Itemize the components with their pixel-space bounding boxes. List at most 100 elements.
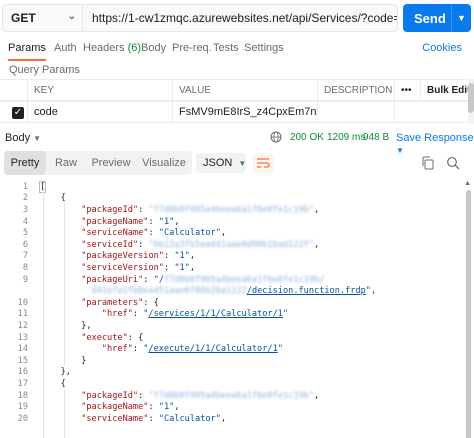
- code-line: 12},: [0, 320, 460, 332]
- code-text: "packageUri": "/f7d8b0f905a4beea6a1f6e0f…: [81, 275, 324, 285]
- method-select[interactable]: GET ⌄: [2, 4, 82, 32]
- globe-icon[interactable]: [270, 131, 282, 143]
- line-number: 12: [17, 320, 28, 331]
- request-bar: GET ⌄ https://1-cw1zmqc.azurewebsites.ne…: [0, 0, 474, 36]
- param-key-field[interactable]: code: [27, 102, 172, 122]
- send-dropdown-icon[interactable]: ▼: [451, 4, 471, 32]
- copy-icon[interactable]: [421, 156, 435, 170]
- code-token: ": [277, 344, 283, 355]
- code-token: "f7d8b0f905a4beea6a1f6e0fe1c19b": [148, 390, 315, 401]
- code-token: "parameters": [81, 297, 144, 308]
- code-line: 7 "packageVersion": "1",: [0, 251, 460, 263]
- wrap-lines-icon[interactable]: [252, 153, 274, 173]
- code-line: 6 "serviceId": "6b13a3fb5ead41aae0d90b1ba…: [0, 239, 460, 251]
- code-token: {: [60, 378, 66, 389]
- line-number: 1: [22, 181, 28, 192]
- code-token: {: [60, 193, 66, 204]
- tab-headers-label: Headers: [83, 42, 125, 54]
- code-token: "serviceVersion": [81, 262, 164, 273]
- language-label: JSON: [203, 157, 233, 169]
- code-line: 2{: [0, 193, 460, 205]
- code-token[interactable]: /execute/1/1/Calculator/1: [148, 344, 277, 354]
- table-row: ✓ code FsMV9mE8IrS_z4CpxEm7nxr6rjY...: [0, 101, 474, 123]
- line-number: 6: [22, 239, 28, 250]
- code-token: }: [81, 355, 87, 366]
- code-line: d41e7a1fb8ea451aae0f06b2ba1122/decision.…: [0, 285, 460, 297]
- code-token: },: [81, 320, 92, 331]
- code-text: }: [81, 356, 86, 366]
- tab-settings[interactable]: Settings: [244, 42, 284, 54]
- code-token: "packageName": [81, 402, 149, 413]
- code-text: {: [61, 379, 66, 389]
- param-checkbox[interactable]: ✓: [12, 107, 24, 119]
- code-text: "href": "/execute/1/1/Calculator/1": [102, 344, 283, 354]
- code-token: :: [138, 239, 149, 250]
- tab-preview[interactable]: Preview: [86, 151, 136, 175]
- params-scroll-thumb[interactable]: [468, 83, 474, 113]
- line-number: 3: [22, 204, 28, 215]
- code-line: 20 "serviceName": "Calculator",: [0, 413, 460, 425]
- language-select[interactable]: JSON ▼: [196, 153, 246, 173]
- code-token: :: [132, 344, 144, 355]
- code-line: 4 "packageName": "1",: [0, 216, 460, 228]
- tab-headers[interactable]: Headers (6): [83, 42, 141, 54]
- code-token: d41e7a1fb8ea451aae0f06b2ba1122: [91, 286, 247, 297]
- line-number: 5: [22, 228, 28, 239]
- line-number: 19: [17, 402, 28, 413]
- code-token: "f7d8b0f905a4beea6a1f6e0fe1c19b": [148, 204, 315, 215]
- code-token[interactable]: /services/1/1/Calculator/1: [148, 309, 283, 319]
- response-size[interactable]: 948 B: [363, 132, 389, 143]
- code-text: "packageId": "f7d8b0f905a4beea6a1f6e0fe1…: [81, 391, 319, 401]
- response-body-editor[interactable]: 1 [2{3 "packageId": "f7d8b0f905a4beea6a1f6…: [0, 180, 474, 438]
- code-token: :: [163, 251, 175, 262]
- tab-body[interactable]: Body: [141, 42, 166, 54]
- bulk-edit-button[interactable]: Bulk Edit: [420, 80, 468, 100]
- code-token: "1": [158, 402, 175, 413]
- code-token: ": [282, 309, 289, 320]
- url-input[interactable]: https://1-cw1zmqc.azurewebsites.net/api/…: [82, 4, 398, 32]
- response-time[interactable]: 1209 ms: [327, 132, 365, 143]
- tab-raw[interactable]: Raw: [46, 151, 86, 175]
- code-text: "packageVersion": "1",: [81, 251, 195, 261]
- scroll-up-icon[interactable]: ▲: [464, 180, 471, 187]
- tab-visualize[interactable]: Visualize: [136, 151, 192, 175]
- tab-auth[interactable]: Auth: [54, 42, 77, 54]
- code-token: : {: [127, 332, 144, 343]
- code-token: "Calculator": [158, 413, 221, 424]
- code-line: 16},: [0, 367, 460, 379]
- code-text: {: [61, 193, 66, 203]
- chevron-down-icon: ▼: [33, 134, 41, 143]
- editor-scroll-thumb[interactable]: [466, 190, 471, 438]
- code-line: 14 "href": "/execute/1/1/Calculator/1": [0, 343, 460, 355]
- code-token: :: [163, 262, 175, 273]
- code-token: ,: [314, 239, 320, 250]
- header-key: KEY: [27, 80, 172, 100]
- code-token: :: [132, 309, 144, 320]
- code-token: :: [143, 274, 154, 285]
- tab-tests[interactable]: Tests: [213, 42, 239, 54]
- code-token: [: [38, 180, 47, 193]
- tab-prerequest[interactable]: Pre-req.: [172, 42, 212, 54]
- tab-params[interactable]: Params: [8, 42, 46, 54]
- tab-pretty[interactable]: Pretty: [4, 151, 46, 175]
- param-value-field[interactable]: FsMV9mE8IrS_z4CpxEm7nxr6rjY...: [172, 102, 317, 122]
- search-icon[interactable]: [446, 156, 460, 170]
- send-button[interactable]: Send ▼: [403, 4, 471, 32]
- more-options-icon[interactable]: •••: [394, 80, 420, 100]
- cookies-link[interactable]: Cookies: [422, 42, 462, 54]
- indent-guide: [63, 388, 65, 438]
- active-tab-indicator: [8, 59, 46, 61]
- code-token: ,: [189, 251, 196, 262]
- code-token: ,: [220, 413, 227, 424]
- response-body-dropdown[interactable]: Body ▼: [5, 132, 41, 144]
- param-description-field[interactable]: [317, 102, 394, 122]
- code-token[interactable]: /decision.function.frdp: [247, 286, 366, 296]
- status-badge[interactable]: 200 OK: [290, 132, 324, 143]
- query-params-title: Query Params: [9, 64, 80, 76]
- line-number: 13: [17, 332, 28, 343]
- code-line: 15}: [0, 355, 460, 367]
- code-line: 11 "href": "/services/1/1/Calculator/1": [0, 309, 460, 321]
- code-text: "serviceVersion": "1",: [81, 263, 195, 273]
- code-token: "6b13a3fb5ead41aae0d90b1bad122f": [148, 239, 315, 250]
- chevron-down-icon: ⌄: [67, 11, 76, 22]
